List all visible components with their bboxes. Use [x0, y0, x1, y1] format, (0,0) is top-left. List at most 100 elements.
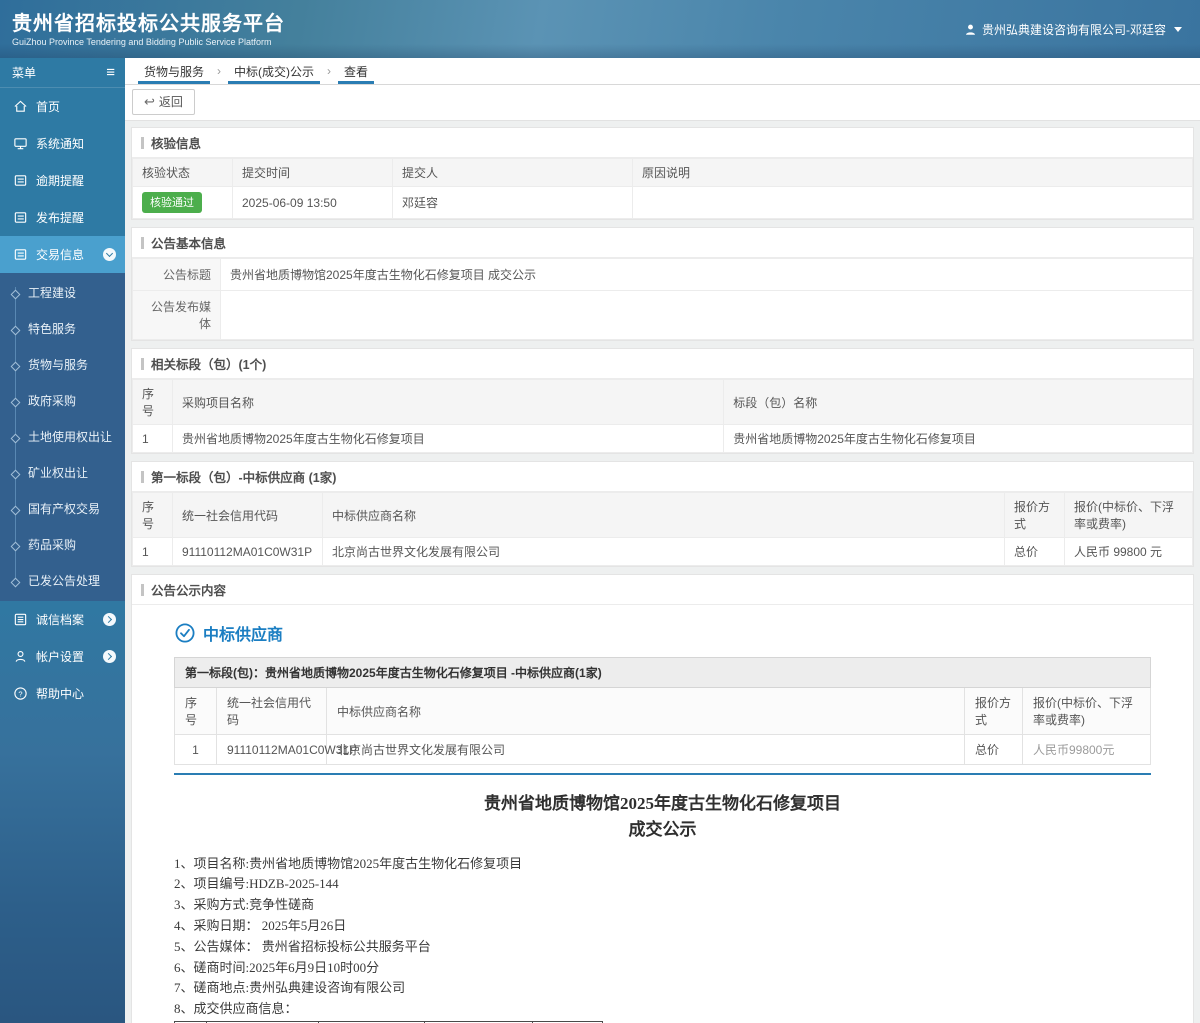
sidebar-item-label: 系统通知: [36, 137, 85, 151]
app-header: 贵州省招标投标公共服务平台 GuiZhou Province Tendering…: [0, 0, 1200, 58]
document-icon: [13, 247, 28, 262]
document-title-line2: 成交公示: [628, 820, 697, 840]
main-area: 货物与服务 › 中标(成交)公示 › 查看 ↩ 返回 核验信息 核验状态 提交时…: [125, 58, 1200, 1023]
table-row: 1 91110112MA01C0W31P 北京尚古世界文化发展有限公司 总价 人…: [174, 734, 1152, 765]
quote-type-cell: 总价: [963, 734, 1023, 765]
back-button-label: 返回: [158, 95, 183, 109]
submenu-item-drug-procurement[interactable]: 药品采购: [0, 527, 125, 563]
divider: [174, 773, 1151, 775]
question-icon: ?: [13, 686, 28, 701]
seq-cell: 1: [132, 424, 173, 453]
basic-info-table: 公告标题 贵州省地质博物馆2025年度古生物化石修复项目 成交公示 公告发布媒体: [132, 258, 1193, 340]
sidebar-item-label: 发布提醒: [36, 211, 85, 225]
supplier-name-cell: 北京尚古世界文化发展有限公司: [322, 537, 1005, 566]
table-header-row: 序号 统一社会信用代码 中标供应商名称 报价方式 报价(中标价、下浮率或费率): [174, 687, 1152, 735]
sidebar-item-label: 诚信档案: [36, 613, 85, 627]
supplier-heading-label: 中标供应商: [203, 627, 284, 644]
brand: 贵州省招标投标公共服务平台 GuiZhou Province Tendering…: [12, 12, 285, 47]
seq-cell: 1: [132, 537, 173, 566]
submit-time-cell: 2025-06-09 13:50: [232, 186, 393, 219]
sidebar-submenu: 工程建设 特色服务 货物与服务 政府采购 土地使用权出让 矿业权出让 国有产权交…: [0, 273, 125, 601]
submenu-item-published-notices[interactable]: 已发公告处理: [0, 563, 125, 599]
table-row: 1 贵州省地质博物2025年度古生物化石修复项目 贵州省地质博物2025年度古生…: [132, 424, 1193, 453]
content-scroll-area[interactable]: 核验信息 核验状态 提交时间 提交人 原因说明 核验通过 2025-06-09 …: [125, 121, 1200, 1023]
section-title: 第一标段（包）-中标供应商 (1家): [132, 462, 1193, 492]
submenu-item-land-use[interactable]: 土地使用权出让: [0, 419, 125, 455]
table-row: 核验通过 2025-06-09 13:50 邓廷容: [132, 186, 1193, 219]
submenu-item-state-property[interactable]: 国有产权交易: [0, 491, 125, 527]
submenu-item-goods-services[interactable]: 货物与服务: [0, 347, 125, 383]
submenu-item-engineering[interactable]: 工程建设: [0, 275, 125, 311]
breadcrumb-item-view[interactable]: 查看: [331, 58, 381, 84]
col-header: 中标供应商名称: [326, 687, 965, 735]
col-header: 统一社会信用代码: [216, 687, 327, 735]
submitter-cell: 邓廷容: [392, 186, 633, 219]
monitor-icon: [13, 136, 28, 151]
sidebar-item-transaction-info[interactable]: 交易信息: [0, 236, 125, 273]
user-icon: [966, 24, 975, 35]
breadcrumb-item-goods-services[interactable]: 货物与服务: [131, 58, 217, 84]
project-name-cell: 贵州省地质博物2025年度古生物化石修复项目: [171, 424, 725, 453]
section-verify-info: 核验信息 核验状态 提交时间 提交人 原因说明 核验通过 2025-06-09 …: [131, 127, 1194, 220]
col-header: 采购项目名称: [171, 379, 725, 425]
sidebar-item-home[interactable]: 首页: [0, 88, 125, 125]
home-icon: [13, 99, 28, 114]
sidebar-item-label: 交易信息: [36, 248, 85, 262]
sidebar-item-label: 帮助中心: [36, 687, 85, 701]
award-band-row: 第一标段(包)：贵州省地质博物2025年度古生物化石修复项目 -中标供应商(1家…: [174, 657, 1151, 688]
toolbar: ↩ 返回: [125, 85, 1200, 121]
submenu-item-special-services[interactable]: 特色服务: [0, 311, 125, 347]
section-notice-content: 公告公示内容 中标供应商 第一标段(包)：贵州省地质博物2025年度古生物化石修…: [131, 574, 1194, 1023]
verify-status-cell: 核验通过: [132, 186, 233, 219]
table-row: 公告标题 贵州省地质博物馆2025年度古生物化石修复项目 成交公示: [132, 258, 1193, 291]
section-title: 公告基本信息: [132, 228, 1193, 258]
credit-code-cell: 91110112MA01C0W31P: [216, 734, 357, 765]
col-header: 报价(中标价、下浮率或费率): [1064, 492, 1193, 538]
sidebar-item-label: 帐户设置: [36, 650, 85, 664]
sidebar-item-publish-reminder[interactable]: 发布提醒: [0, 199, 125, 236]
section-related-lots: 相关标段（包）(1个) 序号 采购项目名称 标段（包）名称 1 贵州省地质博物2…: [131, 348, 1194, 454]
section-title: 相关标段（包）(1个): [132, 349, 1193, 379]
col-header: 原因说明: [632, 158, 1193, 187]
quote-value-cell: 人民币99800元: [1021, 734, 1152, 765]
submenu-item-mining-rights[interactable]: 矿业权出让: [0, 455, 125, 491]
hamburger-icon[interactable]: ≡: [106, 65, 115, 80]
col-header: 序号: [132, 492, 173, 538]
seq-cell: 1: [174, 734, 217, 765]
breadcrumb-item-award-notice[interactable]: 中标(成交)公示: [221, 58, 327, 84]
back-button[interactable]: ↩ 返回: [132, 89, 195, 115]
field-label: 公告标题: [132, 258, 221, 291]
notice-title-value: 贵州省地质博物馆2025年度古生物化石修复项目 成交公示: [220, 258, 1193, 291]
col-header: 提交人: [392, 158, 633, 187]
table-row: 公告发布媒体: [132, 290, 1193, 340]
sidebar-item-notifications[interactable]: 系统通知: [0, 125, 125, 162]
submenu-item-gov-procurement[interactable]: 政府采购: [0, 383, 125, 419]
col-header: 提交时间: [232, 158, 393, 187]
sidebar-item-account-settings[interactable]: 帐户设置: [0, 638, 125, 675]
col-header: 报价方式: [1004, 492, 1065, 538]
table-header-row: 核验状态 提交时间 提交人 原因说明: [132, 158, 1193, 187]
supplier-name-cell: 北京尚古世界文化发展有限公司: [326, 734, 965, 765]
announcement-document: 贵州省地质博物馆2025年度古生物化石修复项目 成交公示 1、项目名称:贵州省地…: [174, 791, 1151, 1023]
lot-name-cell: 贵州省地质博物2025年度古生物化石修复项目: [723, 424, 1193, 453]
sidebar-item-overdue-reminder[interactable]: 逾期提醒: [0, 162, 125, 199]
target-check-icon: [175, 623, 195, 643]
field-label: 公告发布媒体: [132, 290, 221, 340]
return-icon: ↩: [144, 94, 155, 109]
document-title-line1: 贵州省地质博物馆2025年度古生物化石修复项目: [484, 794, 841, 813]
user-menu[interactable]: 贵州弘典建设咨询有限公司-邓廷容: [964, 21, 1182, 38]
col-header: 统一社会信用代码: [172, 492, 323, 538]
sidebar-menu-header: 菜单 ≡: [0, 58, 125, 88]
winning-supplier-table: 序号 统一社会信用代码 中标供应商名称 报价方式 报价(中标价、下浮率或费率) …: [132, 492, 1193, 566]
sidebar-item-credit-archive[interactable]: 诚信档案: [0, 601, 125, 638]
user-name: 贵州弘典建设咨询有限公司-邓廷容: [982, 22, 1166, 37]
chevron-right-icon: [103, 613, 116, 626]
sidebar: 菜单 ≡ 首页 系统通知 逾期提醒 发布提醒 交易信息 工程建设 特色服务 货物…: [0, 58, 125, 1023]
credit-code-cell: 91110112MA01C0W31P: [172, 537, 323, 566]
sidebar-item-help-center[interactable]: ? 帮助中心: [0, 675, 125, 712]
sidebar-item-label: 首页: [36, 100, 61, 114]
related-lots-table: 序号 采购项目名称 标段（包）名称 1 贵州省地质博物2025年度古生物化石修复…: [132, 379, 1193, 453]
award-table: 第一标段(包)：贵州省地质博物2025年度古生物化石修复项目 -中标供应商(1家…: [174, 657, 1152, 765]
section-winning-supplier: 第一标段（包）-中标供应商 (1家) 序号 统一社会信用代码 中标供应商名称 报…: [131, 461, 1194, 567]
app-subtitle: GuiZhou Province Tendering and Bidding P…: [12, 36, 272, 47]
